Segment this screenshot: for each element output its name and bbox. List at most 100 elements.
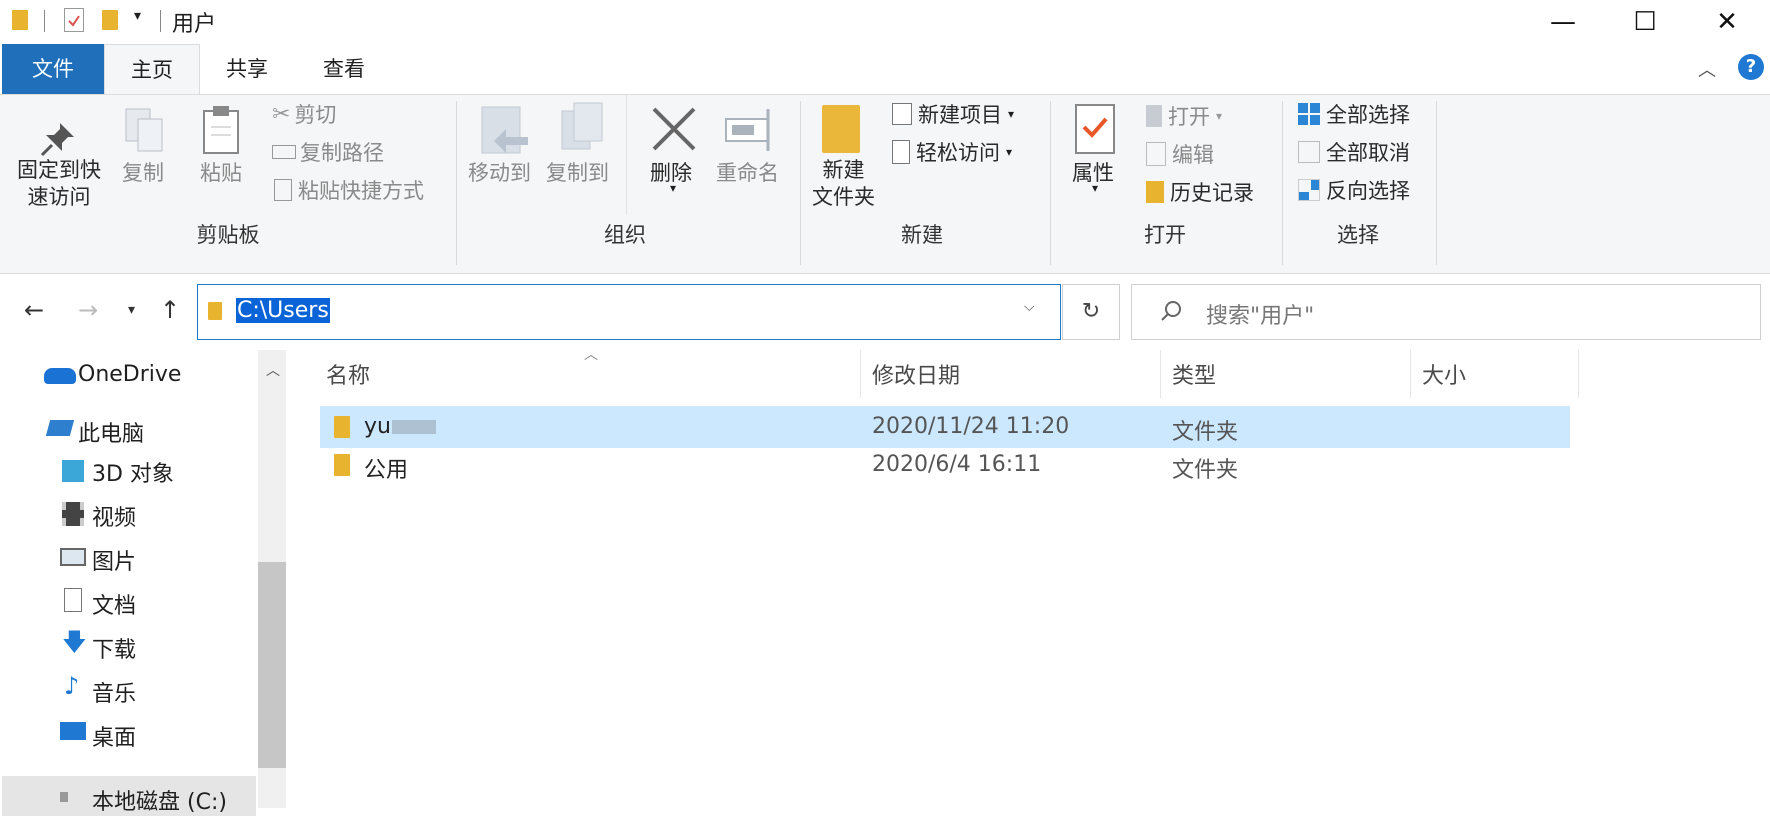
new-item-button[interactable]: 新建项目 ▾ bbox=[892, 99, 1014, 129]
column-header-modified[interactable]: 修改日期 bbox=[872, 358, 960, 390]
maximize-button[interactable]: ☐ bbox=[1610, 0, 1680, 44]
scrollbar-thumb[interactable] bbox=[258, 562, 286, 768]
open-dropdown-icon: ▾ bbox=[1216, 109, 1223, 123]
back-icon[interactable]: ← bbox=[24, 296, 44, 324]
address-path[interactable]: C:\Users bbox=[236, 298, 330, 323]
invert-selection-button[interactable]: 反向选择 bbox=[1298, 175, 1410, 205]
history-icon bbox=[1146, 181, 1164, 203]
group-divider bbox=[800, 101, 801, 265]
properties-icon bbox=[1074, 103, 1116, 161]
delete-dropdown-icon[interactable]: ▾ bbox=[670, 181, 676, 195]
tab-home[interactable]: 主页 bbox=[104, 44, 200, 94]
address-bar[interactable]: C:\Users ⌵ bbox=[197, 284, 1061, 340]
properties-dropdown-icon[interactable]: ▾ bbox=[1092, 181, 1098, 195]
new-folder-quick-icon[interactable] bbox=[102, 10, 118, 30]
collapse-ribbon-icon[interactable]: ︿ bbox=[1698, 56, 1716, 82]
group-label-select: 选择 bbox=[1337, 223, 1379, 247]
select-none-button[interactable]: 全部取消 bbox=[1298, 137, 1410, 167]
pin-label-1: 固定到快 bbox=[17, 158, 101, 182]
tab-share[interactable]: 共享 bbox=[202, 44, 292, 94]
sidebar-item-pictures[interactable]: 图片 bbox=[92, 544, 136, 576]
column-divider[interactable] bbox=[860, 350, 861, 398]
sidebar-scrollbar[interactable]: ︿ bbox=[258, 350, 286, 808]
computer-icon bbox=[45, 420, 75, 436]
easy-access-label: 轻松访问 bbox=[916, 141, 1000, 165]
copy-path-icon bbox=[272, 145, 296, 159]
copy-to-button[interactable]: 复制到 bbox=[546, 157, 609, 187]
help-icon[interactable]: ? bbox=[1738, 54, 1764, 80]
scroll-up-icon[interactable]: ︿ bbox=[266, 360, 280, 380]
desktop-icon bbox=[60, 722, 86, 740]
address-dropdown-icon[interactable]: ⌵ bbox=[1024, 299, 1035, 315]
copy-path-button[interactable]: 复制路径 bbox=[272, 137, 384, 167]
up-icon[interactable]: ↑ bbox=[160, 296, 180, 324]
paste-button[interactable]: 粘贴 bbox=[200, 157, 242, 187]
sidebar-item-3d-objects[interactable]: 3D 对象 bbox=[92, 456, 174, 488]
recent-locations-icon[interactable]: ▾ bbox=[128, 302, 135, 318]
cut-label: 剪切 bbox=[294, 103, 337, 127]
column-divider[interactable] bbox=[1160, 350, 1161, 398]
column-divider[interactable] bbox=[1578, 350, 1579, 398]
edit-label: 编辑 bbox=[1172, 143, 1214, 167]
forward-icon[interactable]: → bbox=[78, 296, 98, 324]
edit-icon bbox=[1146, 142, 1166, 166]
easy-access-button[interactable]: 轻松访问 ▾ bbox=[892, 137, 1012, 167]
sidebar-item-music[interactable]: 音乐 bbox=[92, 676, 136, 708]
new-folder-button[interactable]: 新建 文件夹 bbox=[812, 157, 875, 211]
column-header-name[interactable]: 名称 bbox=[326, 358, 370, 390]
group-label-clipboard: 剪贴板 bbox=[196, 223, 260, 247]
tab-view[interactable]: 查看 bbox=[298, 44, 390, 94]
close-button[interactable]: ✕ bbox=[1692, 0, 1762, 44]
new-folder-icon bbox=[822, 105, 860, 153]
select-all-label: 全部选择 bbox=[1326, 103, 1410, 127]
copy-button[interactable]: 复制 bbox=[122, 157, 164, 187]
sidebar-item-desktop[interactable]: 桌面 bbox=[92, 720, 136, 752]
rename-button[interactable]: 重命名 bbox=[716, 157, 779, 187]
properties-quick-icon[interactable] bbox=[64, 8, 84, 32]
cut-button[interactable]: ✂ 剪切 bbox=[272, 99, 336, 129]
search-box[interactable]: 搜索"用户" bbox=[1131, 284, 1761, 340]
file-modified: 2020/11/24 11:20 bbox=[872, 414, 1070, 439]
pin-to-quick-access-button[interactable]: 固定到快 速访问 bbox=[14, 157, 104, 211]
new-item-dropdown-icon: ▾ bbox=[1008, 107, 1015, 121]
open-button[interactable]: 打开 ▾ bbox=[1146, 101, 1222, 131]
new-item-icon bbox=[892, 103, 912, 125]
invert-selection-icon bbox=[1298, 179, 1320, 201]
sidebar-item-videos[interactable]: 视频 bbox=[92, 500, 136, 532]
sidebar-item-onedrive[interactable]: OneDrive bbox=[78, 362, 181, 387]
history-button[interactable]: 历史记录 bbox=[1146, 177, 1254, 207]
group-divider bbox=[1436, 101, 1437, 265]
edit-button[interactable]: 编辑 bbox=[1146, 139, 1214, 169]
open-icon bbox=[1146, 105, 1162, 127]
sidebar-item-this-pc[interactable]: 此电脑 bbox=[78, 416, 144, 448]
documents-icon bbox=[64, 588, 82, 612]
customize-quick-access-icon[interactable]: ▾ bbox=[134, 8, 141, 24]
scissors-icon: ✂ bbox=[272, 101, 291, 127]
move-to-button[interactable]: 移动到 bbox=[468, 157, 531, 187]
column-header-size[interactable]: 大小 bbox=[1422, 358, 1466, 390]
paste-icon bbox=[200, 103, 244, 161]
select-all-button[interactable]: 全部选择 bbox=[1298, 99, 1410, 129]
sidebar-item-local-disk[interactable]: 本地磁盘 (C:) bbox=[92, 784, 227, 816]
group-divider bbox=[456, 101, 457, 265]
file-name: yu bbox=[364, 414, 391, 439]
minimize-button[interactable]: — bbox=[1528, 0, 1598, 44]
window-title: 用户 bbox=[172, 12, 217, 37]
select-none-label: 全部取消 bbox=[1326, 141, 1410, 165]
table-row[interactable]: 公用 2020/6/4 16:11 文件夹 bbox=[320, 446, 1570, 486]
column-divider[interactable] bbox=[1410, 350, 1411, 398]
sidebar-item-downloads[interactable]: 下载 bbox=[92, 632, 136, 664]
table-row[interactable]: yu 2020/11/24 11:20 文件夹 bbox=[320, 406, 1570, 448]
divider bbox=[44, 10, 45, 32]
file-type: 文件夹 bbox=[1172, 458, 1239, 483]
copy-icon bbox=[122, 105, 168, 159]
refresh-icon[interactable]: ↻ bbox=[1062, 284, 1120, 340]
column-header-type[interactable]: 类型 bbox=[1172, 358, 1216, 390]
ribbon-tabs: 文件 主页 共享 查看 ︿ ? bbox=[0, 44, 1770, 94]
tab-file[interactable]: 文件 bbox=[2, 44, 104, 94]
sidebar-item-documents[interactable]: 文档 bbox=[92, 588, 136, 620]
select-none-icon bbox=[1298, 141, 1320, 163]
history-label: 历史记录 bbox=[1170, 181, 1254, 205]
group-divider bbox=[1050, 101, 1051, 265]
paste-shortcut-button[interactable]: 粘贴快捷方式 bbox=[274, 175, 424, 205]
